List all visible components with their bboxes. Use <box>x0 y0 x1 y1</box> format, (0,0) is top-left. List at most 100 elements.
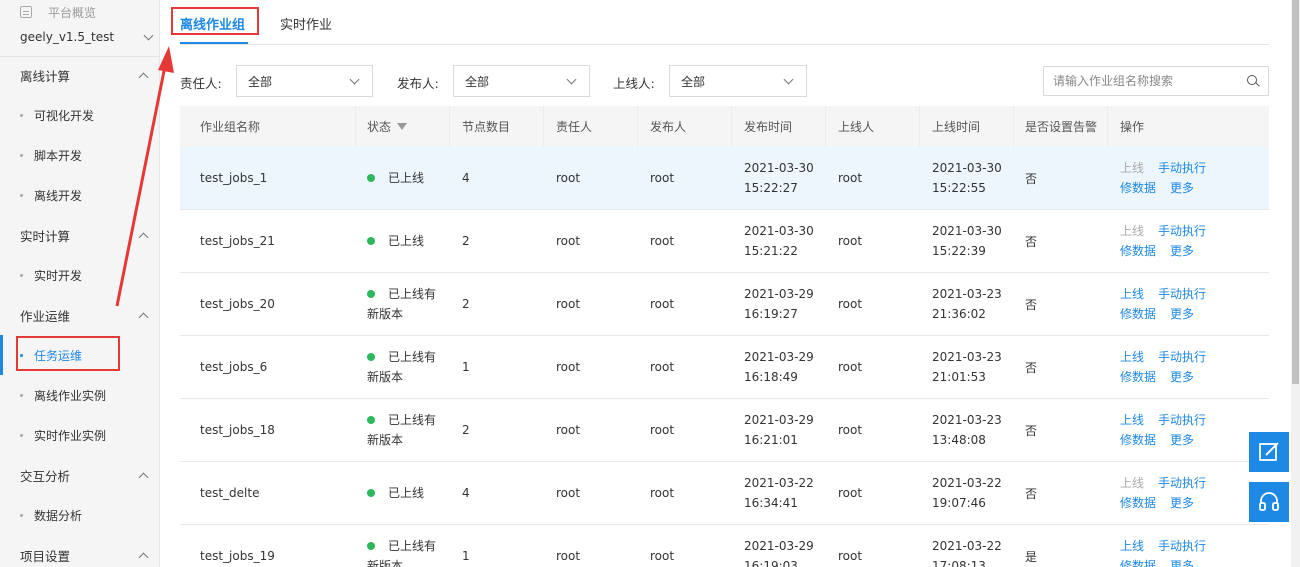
status-dot-icon <box>367 237 375 245</box>
cell-online-time: 2021-03-23 21:01:53 <box>920 336 1014 398</box>
sidebar-item-data-analysis[interactable]: 数据分析 <box>0 495 159 535</box>
funnel-icon[interactable] <box>397 123 408 130</box>
more-button[interactable]: 更多 <box>1170 556 1194 567</box>
sidebar-item-visual-dev[interactable]: 可视化开发 <box>0 95 159 135</box>
manual-run-button[interactable]: 手动执行 <box>1158 347 1206 367</box>
more-button[interactable]: 更多 <box>1170 304 1194 324</box>
sidebar-group-project-settings[interactable]: 项目设置 <box>0 535 159 567</box>
online-button[interactable]: 上线 <box>1120 221 1144 241</box>
table-row[interactable]: test_jobs_19 已上线有 新版本 1 root root 2021-03-29 16… <box>180 525 1269 567</box>
online-button[interactable]: 上线 <box>1120 158 1144 178</box>
status-dot-icon <box>367 353 375 361</box>
manual-run-button[interactable]: 手动执行 <box>1158 158 1206 178</box>
owner-name: root <box>556 486 581 500</box>
search-input[interactable] <box>1044 67 1239 95</box>
cell-publish-time: 2021-03-29 16:19:27 <box>732 273 826 335</box>
sidebar-group-interactive-analysis[interactable]: 交互分析 <box>0 455 159 495</box>
cell-onliner: root <box>826 399 920 461</box>
more-button[interactable]: 更多 <box>1170 241 1194 261</box>
table-row[interactable]: test_delte 已上线 4 root root 2021-03-22 16:34:41… <box>180 462 1269 525</box>
sidebar-item-script-dev[interactable]: 脚本开发 <box>0 135 159 175</box>
col-header-label: 节点数目 <box>462 120 511 134</box>
manual-run-button[interactable]: 手动执行 <box>1158 221 1206 241</box>
status-text: 已上线有 <box>388 413 437 427</box>
table-row[interactable]: test_jobs_6 已上线有 新版本 1 root root 2021-03-29 16:… <box>180 336 1269 399</box>
manual-run-button[interactable]: 手动执行 <box>1158 410 1206 430</box>
sidebar-item-offline-instances[interactable]: 离线作业实例 <box>0 375 159 415</box>
cell-alarm: 否 <box>1014 147 1108 209</box>
table-row[interactable]: test_jobs_18 已上线有 新版本 2 root root 2021-03-29 16… <box>180 399 1269 462</box>
manual-run-button[interactable]: 手动执行 <box>1158 473 1206 493</box>
cell-owner: root <box>544 525 638 567</box>
owner-select[interactable]: 全部 <box>236 65 373 97</box>
publisher-name: root <box>650 360 675 374</box>
search-icon[interactable] <box>1247 75 1260 88</box>
col-header-label: 责任人 <box>556 120 593 134</box>
onliner-select-value: 全部 <box>681 74 706 89</box>
status-text-continued: 新版本 <box>367 307 404 321</box>
cell-nodes: 4 <box>450 147 544 209</box>
cell-nodes: 2 <box>450 210 544 272</box>
online-button[interactable]: 上线 <box>1120 473 1144 493</box>
scrollbar-thumb[interactable] <box>1292 0 1299 384</box>
fix-data-button[interactable]: 修数据 <box>1120 430 1156 450</box>
col-header-publish-time: 发布时间 <box>732 106 826 147</box>
cell-owner: root <box>544 147 638 209</box>
table-body: test_jobs_1 已上线 4 root root 2021-03-30 15:22:2… <box>180 147 1269 567</box>
online-clock: 15:22:55 <box>932 181 986 195</box>
publish-clock: 16:18:49 <box>744 370 798 384</box>
fix-data-button[interactable]: 修数据 <box>1120 241 1156 261</box>
online-clock: 21:36:02 <box>932 307 986 321</box>
online-button[interactable]: 上线 <box>1120 284 1144 304</box>
status-text: 已上线有 <box>388 287 437 301</box>
sidebar-item-realtime-instances[interactable]: 实时作业实例 <box>0 415 159 455</box>
sidebar-item-realtime-dev[interactable]: 实时开发 <box>0 255 159 295</box>
onliner-select[interactable]: 全部 <box>669 65 807 97</box>
tab-offline-job-group[interactable]: 离线作业组 <box>180 12 245 34</box>
cell-alarm: 否 <box>1014 210 1108 272</box>
sidebar-item-offline-dev[interactable]: 离线开发 <box>0 175 159 215</box>
status-line: 已上线有 <box>367 536 436 556</box>
online-button[interactable]: 上线 <box>1120 347 1144 367</box>
manual-run-button[interactable]: 手动执行 <box>1158 536 1206 556</box>
cell-online-time: 2021-03-30 15:22:39 <box>920 210 1014 272</box>
fix-data-button[interactable]: 修数据 <box>1120 493 1156 513</box>
action-line: 修数据 更多 <box>1120 430 1194 450</box>
fix-data-button[interactable]: 修数据 <box>1120 556 1156 567</box>
more-button[interactable]: 更多 <box>1170 430 1194 450</box>
manual-run-button[interactable]: 手动执行 <box>1158 284 1206 304</box>
fix-data-button[interactable]: 修数据 <box>1120 304 1156 324</box>
sidebar-item-task-ops[interactable]: 任务运维 <box>0 335 159 375</box>
online-button[interactable]: 上线 <box>1120 410 1144 430</box>
job-group-name: test_jobs_19 <box>200 549 275 563</box>
alarm-flag: 否 <box>1025 423 1038 438</box>
sidebar-overview[interactable]: 平台概览 <box>20 3 96 21</box>
onliner-filter-label: 上线人: <box>613 76 655 91</box>
more-button[interactable]: 更多 <box>1170 367 1194 387</box>
support-float-button[interactable] <box>1249 482 1289 522</box>
table-row[interactable]: test_jobs_21 已上线 2 root root 2021-03-30 15:21:… <box>180 210 1269 273</box>
sidebar-group-realtime-compute[interactable]: 实时计算 <box>0 215 159 255</box>
page-scrollbar[interactable] <box>1291 0 1300 567</box>
sidebar-group-job-ops[interactable]: 作业运维 <box>0 295 159 335</box>
online-button[interactable]: 上线 <box>1120 536 1144 556</box>
project-selector[interactable]: geely_v1.5_test <box>20 27 155 47</box>
more-button[interactable]: 更多 <box>1170 493 1194 513</box>
cell-alarm: 否 <box>1014 336 1108 398</box>
online-clock: 21:01:53 <box>932 370 986 384</box>
status-text-continued: 新版本 <box>367 433 404 447</box>
more-button[interactable]: 更多 <box>1170 178 1194 198</box>
table-row[interactable]: test_jobs_20 已上线有 新版本 2 root root 2021-03-29 16… <box>180 273 1269 336</box>
sidebar-group-offline-compute[interactable]: 离线计算 <box>0 55 159 95</box>
publisher-select[interactable]: 全部 <box>453 65 590 97</box>
publisher-select-value: 全部 <box>465 74 490 89</box>
table-row[interactable]: test_jobs_1 已上线 4 root root 2021-03-30 15:22:2… <box>180 147 1269 210</box>
publish-clock: 16:19:03 <box>744 559 798 567</box>
publish-date: 2021-03-30 <box>744 161 814 175</box>
tab-realtime-jobs[interactable]: 实时作业 <box>280 12 332 34</box>
fix-data-button[interactable]: 修数据 <box>1120 367 1156 387</box>
edit-float-button[interactable] <box>1249 432 1289 472</box>
fix-data-button[interactable]: 修数据 <box>1120 178 1156 198</box>
status-line: 已上线 <box>367 168 424 188</box>
chevron-down-icon <box>566 74 577 84</box>
